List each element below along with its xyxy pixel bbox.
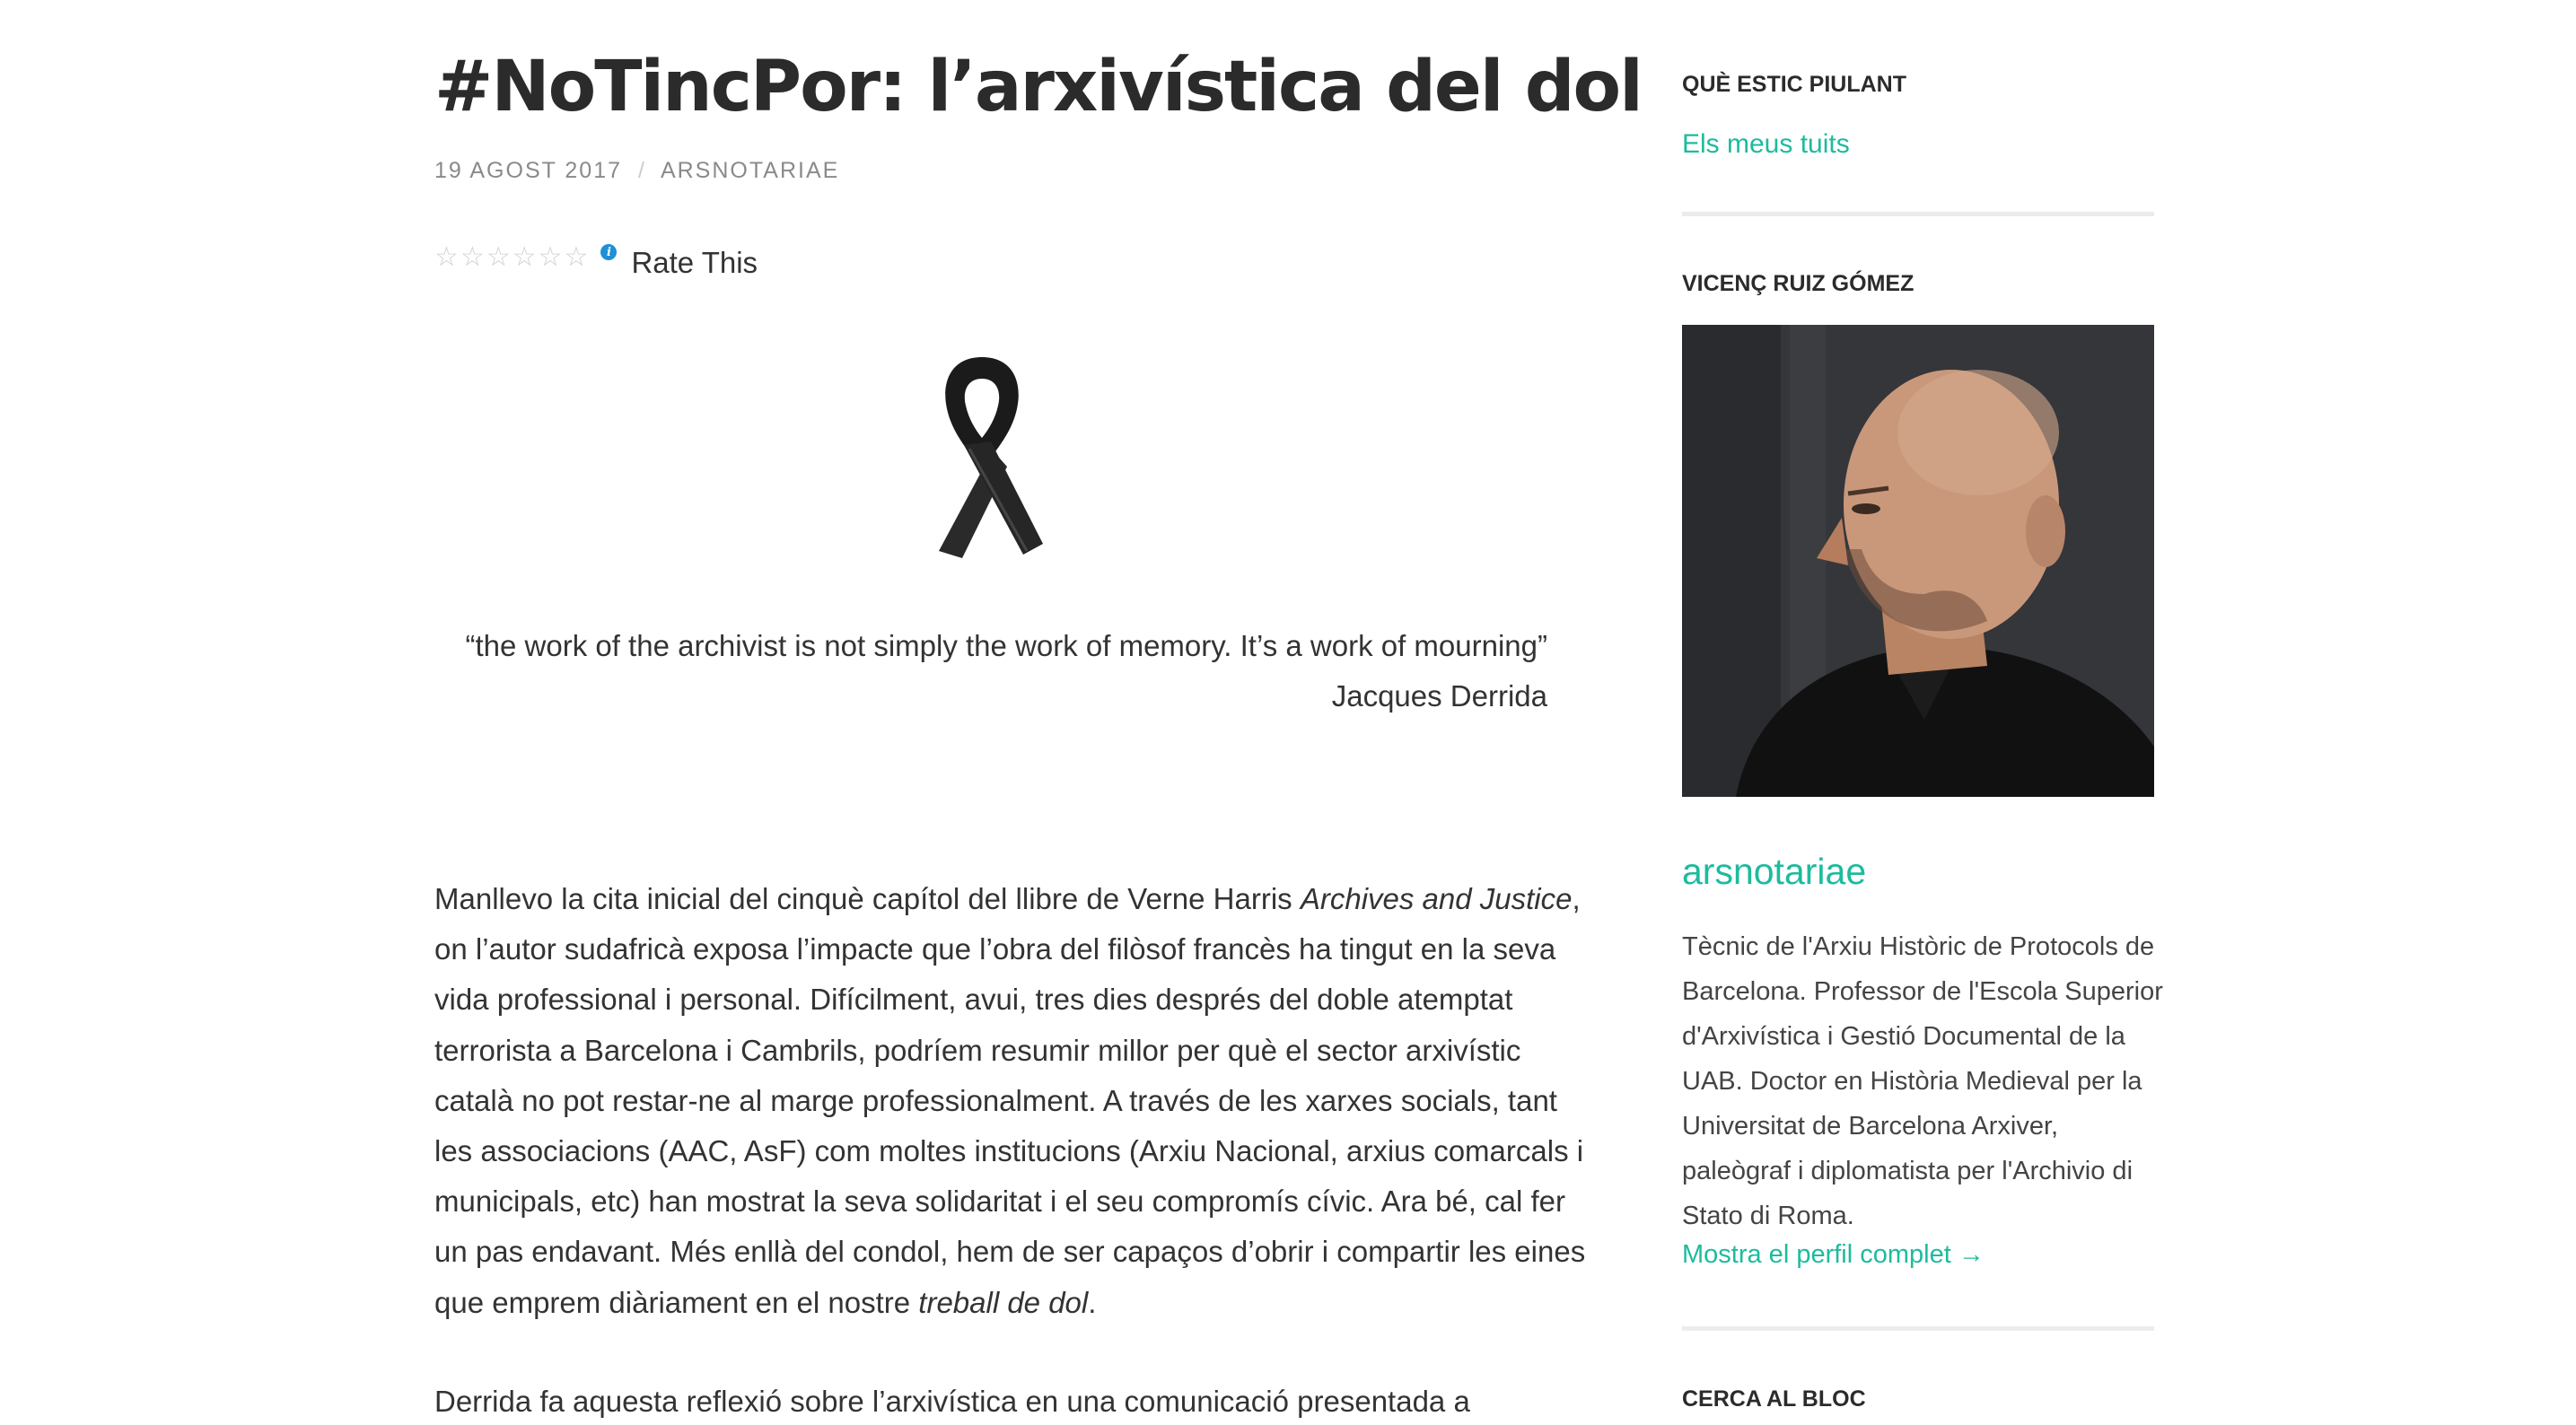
meta-separator: /	[638, 158, 644, 183]
profile-bio: Tècnic de l'Arxiu Històric de Protocols …	[1682, 924, 2163, 1238]
quote-text: “the work of the archivist is not simply…	[465, 629, 1547, 662]
star-icon[interactable]: ☆	[513, 244, 537, 271]
paragraph-line: terrorista a Barcelona i Cambrils, podrí…	[434, 1033, 1521, 1067]
profile-name-link[interactable]: arsnotariae	[1682, 851, 1866, 893]
emphasis-text: treball de dol	[918, 1285, 1089, 1319]
paragraph-line: Manllevo la cita inicial del cinquè capí…	[434, 882, 1581, 915]
book-title-emphasis: Archives and Justice	[1300, 882, 1573, 915]
paragraph-line: les associacions (AAC, AsF) com moltes i…	[434, 1134, 1584, 1168]
post-paragraph-1: Manllevo la cita inicial del cinquè capí…	[434, 874, 1586, 1328]
my-tweets-link[interactable]: Els meus tuits	[1682, 129, 1850, 160]
star-icon[interactable]: ☆	[434, 244, 459, 271]
paragraph-line: català no pot restar-ne al marge profess…	[434, 1083, 1557, 1117]
bio-line: Stato di Roma.	[1682, 1202, 1854, 1230]
post-title: #NoTincPor: l’arxivística del dol	[434, 47, 1643, 127]
page: #NoTincPor: l’arxivística del dol 19 AGO…	[0, 0, 2576, 1425]
search-widget-title: CERCA AL BLOC	[1682, 1386, 1866, 1412]
paragraph-line: que emprem diàriament en el nostre treba…	[434, 1285, 1097, 1319]
paragraph-line: on l’autor sudafricà exposa l’impacte qu…	[434, 932, 1556, 966]
star-icon[interactable]: ☆	[460, 244, 485, 271]
bio-line: d'Arxivística i Gestió Documental de la	[1682, 1022, 2125, 1051]
profile-widget-title: VICENÇ RUIZ GÓMEZ	[1682, 271, 1914, 296]
bio-line: paleògraf i diplomatista per l'Archivio …	[1682, 1157, 2134, 1185]
post-paragraph-2: Derrida fa aquesta reflexió sobre l’arxi…	[434, 1385, 1470, 1418]
quote-attribution: Jacques Derrida	[1331, 679, 1547, 712]
star-icon[interactable]: ☆	[539, 244, 563, 271]
black-ribbon-icon	[939, 357, 1043, 558]
rating-widget: ☆ ☆ ☆ ☆ ☆ ☆ i Rate This	[434, 235, 758, 280]
post-date-link[interactable]: 19 AGOST 2017	[434, 158, 622, 183]
post-author-link[interactable]: ARSNOTARIAE	[661, 158, 839, 183]
epigraph-quote: “the work of the archivist is not simply…	[434, 621, 1547, 721]
rating-stars: ☆ ☆ ☆ ☆ ☆ ☆	[434, 244, 588, 271]
bio-line: Tècnic de l'Arxiu Històric de Protocols …	[1682, 932, 2155, 961]
widget-divider	[1682, 1326, 2154, 1331]
paragraph-line: un pas endavant. Més enllà del condol, h…	[434, 1235, 1586, 1269]
rate-this-label: Rate This	[631, 246, 758, 279]
paragraph-line: municipals, etc) han mostrat la seva sol…	[434, 1185, 1565, 1219]
full-profile-link[interactable]: Mostra el perfil complet →	[1682, 1240, 1985, 1270]
bio-line: Universitat de Barcelona Arxiver,	[1682, 1112, 2059, 1141]
star-icon[interactable]: ☆	[565, 244, 589, 271]
tweets-widget-title: QUÈ ESTIC PIULANT	[1682, 72, 1907, 97]
info-icon[interactable]: i	[600, 244, 618, 260]
widget-divider	[1682, 212, 2154, 216]
profile-photo[interactable]	[1682, 325, 2154, 797]
bio-line: UAB. Doctor en Història Medieval per la	[1682, 1067, 2142, 1096]
post-meta: 19 AGOST 2017 / ARSNOTARIAE	[434, 158, 839, 184]
star-icon[interactable]: ☆	[486, 244, 511, 271]
paragraph-line: vida professional i personal. Difícilmen…	[434, 983, 1513, 1017]
bio-line: Barcelona. Professor de l'Escola Superio…	[1682, 977, 2163, 1006]
